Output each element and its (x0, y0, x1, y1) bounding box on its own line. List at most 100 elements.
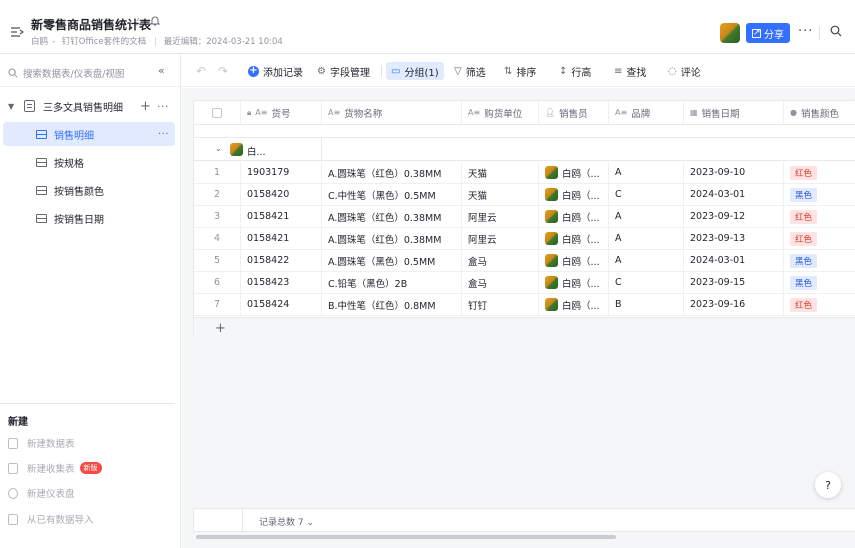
cell-buyer[interactable]: 盒马 (462, 250, 539, 271)
cell-code[interactable]: 0158420 (241, 184, 322, 205)
table-row[interactable]: 6 0158423 C.铅笔（黑色）2B 盒马 白鸥（... C 2023-09-15 黑色 (194, 272, 855, 294)
new-dashboard-button[interactable]: 新建仪表盘 (8, 484, 75, 502)
cell-name[interactable]: C.中性笔（黑色）0.5MM (322, 184, 462, 205)
table-row[interactable]: 2 0158420 C.中性笔（黑色）0.5MM 天猫 白鸥（... C 2024-03-0… (194, 184, 855, 206)
new-form-button[interactable]: 新建收集表 新版 (8, 459, 102, 477)
share-button[interactable]: ↗ 分享 (746, 23, 790, 43)
chevron-down-icon[interactable]: ▼ (8, 102, 14, 111)
sort-button[interactable]: ⇅ 排序 (504, 62, 536, 80)
filter-button[interactable]: ▽ 筛选 (454, 62, 486, 80)
cell-color[interactable]: 黑色 (784, 184, 855, 205)
cell-seller[interactable]: 白鸥（... (539, 272, 609, 293)
import-data-button[interactable]: 从已有数据导入 (8, 510, 94, 528)
database-more-icon[interactable]: ··· (157, 100, 169, 113)
find-button[interactable]: ≡ 查找 (614, 62, 646, 80)
select-all-checkbox[interactable] (212, 107, 222, 118)
cell-name[interactable]: A.圆珠笔（黑色）0.5MM (322, 250, 462, 271)
table-row[interactable]: 1 1903179 A.圆珠笔（红色）0.38MM 天猫 白鸥（... A 2023-09-… (194, 162, 855, 184)
table-row[interactable]: 4 0158421 A.圆珠笔（红色）0.38MM 阿里云 白鸥（... A 2023-09… (194, 228, 855, 250)
table-row[interactable]: 3 0158421 A.圆珠笔（红色）0.38MM 阿里云 白鸥（... A 2023-09… (194, 206, 855, 228)
expand-menu-icon[interactable] (10, 26, 26, 40)
cell-color[interactable]: 红色 (784, 206, 855, 227)
sidebar-view-sales-detail[interactable]: 销售明细 ··· (3, 122, 175, 146)
cell-buyer[interactable]: 阿里云 (462, 206, 539, 227)
cell-brand[interactable]: B (609, 294, 684, 315)
cell-date[interactable]: 2023-09-15 (684, 272, 784, 293)
cell-name[interactable]: A.圆珠笔（红色）0.38MM (322, 162, 462, 183)
column-header-date[interactable]: ▦ 销售日期 (684, 101, 784, 124)
cell-date[interactable]: 2023-09-10 (684, 162, 784, 183)
sidebar-view-by-spec[interactable]: 按规格 (3, 150, 175, 174)
column-header-color[interactable]: ● 销售颜色 (784, 101, 855, 124)
search-icon[interactable] (830, 25, 842, 40)
add-row-button[interactable]: + (194, 317, 855, 339)
row-height-button[interactable]: ↕ 行高 (559, 62, 591, 80)
cell-n[interactable]: 1 (194, 162, 241, 183)
cell-brand[interactable]: A (609, 228, 684, 249)
cell-code[interactable]: 0158421 (241, 206, 322, 227)
cell-seller[interactable]: 白鸥（... (539, 184, 609, 205)
cell-n[interactable]: 2 (194, 184, 241, 205)
redo-icon[interactable]: ↷ (218, 62, 228, 80)
cell-n[interactable]: 4 (194, 228, 241, 249)
cell-brand[interactable]: A (609, 250, 684, 271)
cell-name[interactable]: A.圆珠笔（红色）0.38MM (322, 228, 462, 249)
cell-code[interactable]: 1903179 (241, 162, 322, 183)
horizontal-scrollbar[interactable] (196, 535, 616, 539)
bell-icon[interactable] (149, 15, 161, 29)
cell-date[interactable]: 2024-03-01 (684, 184, 784, 205)
cell-seller[interactable]: 白鸥（... (539, 162, 609, 183)
cell-date[interactable]: 2023-09-16 (684, 294, 784, 315)
chevron-down-icon[interactable]: ⌄ (215, 144, 222, 153)
cell-buyer[interactable]: 天猫 (462, 162, 539, 183)
cell-color[interactable]: 黑色 (784, 250, 855, 271)
cell-n[interactable]: 3 (194, 206, 241, 227)
cell-seller[interactable]: 白鸥（... (539, 206, 609, 227)
add-record-button[interactable]: + 添加记录 (248, 62, 303, 80)
undo-icon[interactable]: ↶ (196, 62, 206, 80)
cell-color[interactable]: 红色 (784, 228, 855, 249)
column-header-code[interactable]: 🔒︎ A≡ 货号 (241, 101, 322, 124)
cell-brand[interactable]: A (609, 162, 684, 183)
more-icon[interactable]: ··· (798, 24, 813, 39)
field-manage-button[interactable]: ⚙ 字段管理 (317, 62, 370, 80)
new-datatable-button[interactable]: 新建数据表 (8, 434, 75, 452)
help-button[interactable]: ? (815, 472, 841, 498)
sidebar-view-by-date[interactable]: 按销售日期 (3, 206, 175, 230)
cell-code[interactable]: 0158424 (241, 294, 322, 315)
cell-seller[interactable]: 白鸥（... (539, 228, 609, 249)
comment-button[interactable]: ◌ 评论 (668, 62, 701, 80)
cell-name[interactable]: A.圆珠笔（红色）0.38MM (322, 206, 462, 227)
cell-seller[interactable]: 白鸥（... (539, 250, 609, 271)
column-header-seller[interactable]: 👤︎ 销售员 (539, 101, 609, 124)
cell-brand[interactable]: C (609, 184, 684, 205)
record-count[interactable]: 记录总数 7 ⌄ (259, 515, 314, 528)
sidebar-database-row[interactable]: ▼ 三多文具销售明细 + ··· (0, 94, 180, 118)
cell-n[interactable]: 7 (194, 294, 241, 315)
cell-code[interactable]: 0158422 (241, 250, 322, 271)
cell-buyer[interactable]: 天猫 (462, 184, 539, 205)
group-header-row[interactable]: ⌄ 白... (194, 137, 855, 161)
add-view-icon[interactable]: + (140, 99, 151, 114)
table-row[interactable]: 5 0158422 A.圆珠笔（黑色）0.5MM 盒马 白鸥（... A 2024-03-0… (194, 250, 855, 272)
cell-buyer[interactable]: 盒马 (462, 272, 539, 293)
table-row[interactable]: 7 0158424 B.中性笔（红色）0.8MM 钉钉 白鸥（... B 2023-09-1… (194, 294, 855, 316)
sidebar-search-input[interactable]: 搜索数据表/仪表盘/视图 (8, 65, 158, 81)
cell-name[interactable]: B.中性笔（红色）0.8MM (322, 294, 462, 315)
cell-n[interactable]: 6 (194, 272, 241, 293)
group-button[interactable]: ▭ 分组(1) (386, 62, 444, 80)
cell-brand[interactable]: A (609, 206, 684, 227)
cell-color[interactable]: 黑色 (784, 272, 855, 293)
column-header-brand[interactable]: A≡ 品牌 (609, 101, 684, 124)
column-header-buyer[interactable]: A≡ 购货单位 (462, 101, 539, 124)
star-icon[interactable]: ☆ (133, 15, 144, 29)
cell-date[interactable]: 2024-03-01 (684, 250, 784, 271)
cell-code[interactable]: 0158423 (241, 272, 322, 293)
sidebar-view-by-color[interactable]: 按销售颜色 (3, 178, 175, 202)
cell-name[interactable]: C.铅笔（黑色）2B (322, 272, 462, 293)
view-more-icon[interactable]: ··· (158, 129, 169, 140)
cell-n[interactable]: 5 (194, 250, 241, 271)
cell-color[interactable]: 红色 (784, 162, 855, 183)
cell-date[interactable]: 2023-09-12 (684, 206, 784, 227)
cell-date[interactable]: 2023-09-13 (684, 228, 784, 249)
